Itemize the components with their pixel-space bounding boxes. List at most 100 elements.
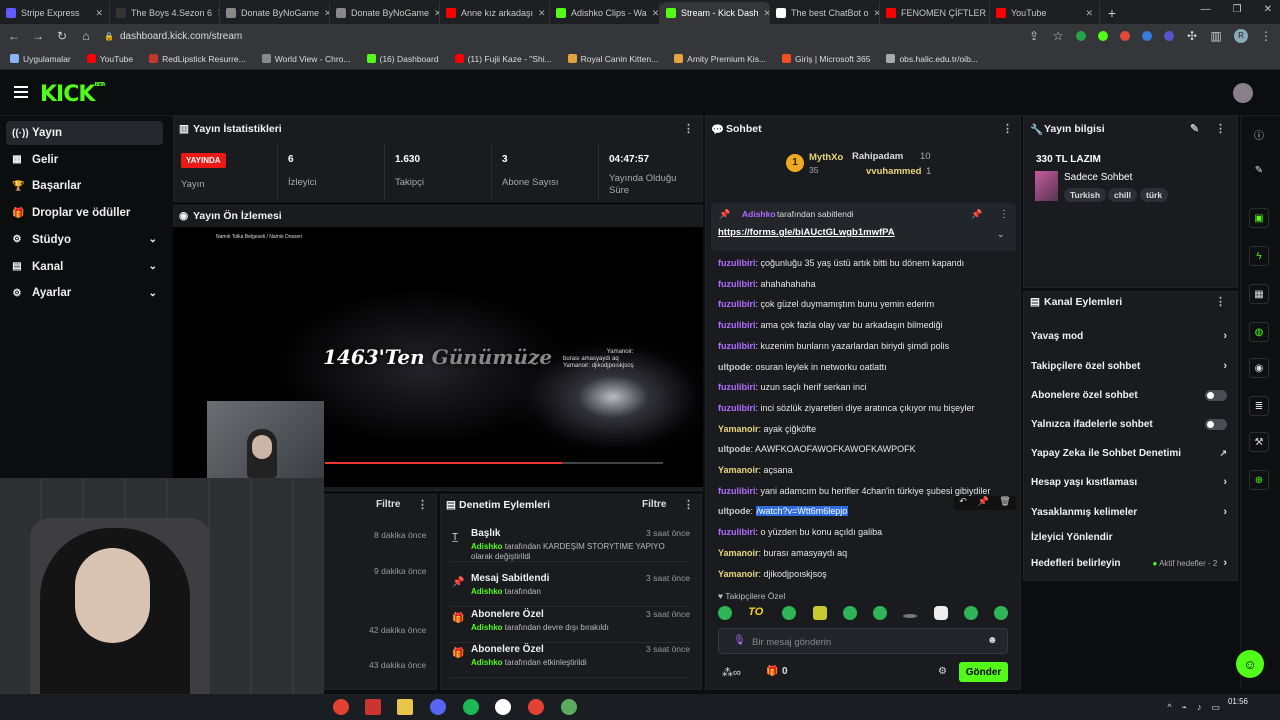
back-icon[interactable]: ← [8, 29, 20, 43]
points-icon[interactable]: ⁂∞ [722, 666, 741, 679]
chevron-down-icon[interactable]: ⌄ [149, 261, 157, 272]
stats-menu-icon[interactable]: ⋮ [683, 122, 694, 135]
url-field[interactable]: 🔒 dashboard.kick.com/stream [104, 31, 242, 42]
tag[interactable]: Turkish [1064, 188, 1107, 202]
chat-message[interactable]: Yamanoir: açsana [718, 465, 793, 475]
external-link-icon[interactable]: ↗ [1219, 448, 1227, 459]
pin-action-icon[interactable]: 📌 [977, 496, 988, 510]
chat-username[interactable]: fuzulibiri [718, 382, 756, 392]
preview-progress-bar[interactable] [325, 462, 663, 464]
mod-action-user[interactable]: Adishko [471, 623, 503, 632]
chat-message[interactable]: fuzulibiri: uzun saçlı herif serkan inci [718, 382, 867, 392]
chat-message[interactable]: fuzulibiri: kuzenim bunların yazarlardan… [718, 341, 949, 351]
bookmark[interactable]: Giriş | Microsoft 365 [782, 54, 870, 64]
delete-icon[interactable]: 🗑 [999, 496, 1010, 510]
chat-settings-icon[interactable]: ⚙ [938, 666, 947, 677]
chevron-right-icon[interactable]: › [1223, 557, 1227, 569]
unpin-icon[interactable]: 📌 [971, 209, 982, 220]
list-icon[interactable]: ≣ [1249, 396, 1269, 416]
emote-icon[interactable] [842, 606, 857, 620]
channel-action-item[interactable]: Yalnızca ifadelerle sohbet [1031, 414, 1227, 434]
browser-tab[interactable]: Adishko Clips - Wa ✕ [550, 2, 660, 24]
chat-bubble-icon[interactable]: ◍ [1249, 322, 1269, 342]
extension-icon[interactable] [1098, 31, 1108, 41]
chevron-down-icon[interactable]: ⌄ [149, 288, 157, 299]
browser-tab[interactable]: Anne kız arkadaşı ✕ [440, 2, 550, 24]
mod-action-user[interactable]: Adishko [471, 658, 503, 667]
channel-action-item[interactable]: Yapay Zeka ile Sohbet Denetimi ↗ [1031, 443, 1227, 463]
new-tab-button[interactable]: + [1100, 2, 1124, 24]
channel-action-item[interactable]: Hedefleri belirleyin ● Aktif hedefler - 2… [1031, 553, 1227, 573]
chat-message[interactable]: fuzulibiri: ama çok fazla olay var bu ar… [718, 320, 943, 330]
wrench-icon[interactable]: ⚒ [1249, 432, 1269, 452]
chat-username[interactable]: fuzulibiri [718, 341, 756, 351]
bookmark[interactable]: Amity Premium Kis... [674, 54, 766, 64]
info-circle-icon[interactable]: ⓘ [1249, 124, 1269, 144]
emote-icon[interactable] [873, 606, 888, 620]
bolt-icon[interactable]: ϟ [1249, 246, 1269, 266]
chevron-down-icon[interactable]: ⌄ [997, 229, 1005, 240]
browser-tab[interactable]: Stream - Kick Dash✕ [660, 2, 770, 24]
home-icon[interactable]: ⌂ [80, 29, 92, 43]
chat-message[interactable]: ultpode: AAWFKOAOFAWOFKAWOFKAWPOFK [718, 444, 916, 454]
system-tray[interactable]: ^ ⌁ ♪ ▭ [1167, 702, 1220, 713]
channel-action-item[interactable]: Yasaklanmış kelimeler › [1031, 502, 1227, 522]
emote-icon[interactable] [963, 606, 978, 620]
emote-icon[interactable] [812, 606, 827, 620]
chat-username[interactable]: fuzulibiri [718, 279, 756, 289]
emote-icon[interactable] [993, 606, 1008, 620]
chevron-right-icon[interactable]: › [1223, 360, 1227, 372]
add-icon[interactable]: ⊕ [1249, 470, 1269, 490]
emote-icon[interactable] [718, 606, 732, 620]
channel-action-item[interactable]: Yavaş mod › [1031, 326, 1227, 346]
browser-tab[interactable]: The best ChatBot o✕ [770, 2, 880, 24]
bookmark[interactable]: YouTube [86, 54, 133, 64]
top-user-name[interactable]: vvuhammed [866, 166, 921, 177]
chat-message[interactable]: Yamanoir: ayak çiğköfte [718, 424, 816, 434]
emote-icon[interactable]: TO [748, 606, 766, 620]
category-thumbnail[interactable] [1035, 171, 1058, 201]
edit-icon[interactable]: ✎ [1190, 122, 1199, 135]
category-name[interactable]: Sadece Sohbet [1064, 172, 1132, 183]
chat-message[interactable]: Yamanoir: djikodjpoıskjsoş [718, 569, 827, 579]
info-menu-icon[interactable]: ⋮ [1215, 122, 1226, 135]
chat-username[interactable]: fuzulibiri [718, 299, 756, 309]
chat-username[interactable]: fuzulibiri [718, 320, 756, 330]
network-icon[interactable]: ⌁ [1182, 702, 1187, 713]
bookmark-star-icon[interactable]: ☆ [1052, 29, 1064, 43]
tag[interactable]: türk [1140, 188, 1169, 202]
top-user-name[interactable]: Rahipadam [852, 151, 903, 162]
sidebar-item-6[interactable]: ⚙ Ayarlar ⌄ [6, 281, 163, 305]
chevron-right-icon[interactable]: › [1223, 476, 1227, 488]
close-icon[interactable]: ✕ [1085, 8, 1093, 19]
channel-action-item[interactable]: Takipçilere özel sohbet › [1031, 356, 1227, 376]
top-user-name[interactable]: MythXo [809, 152, 843, 163]
mod-filter-button[interactable]: Filtre [642, 499, 666, 510]
tag[interactable]: chill [1108, 188, 1138, 202]
emote-icon[interactable] [903, 614, 918, 618]
mod-action-user[interactable]: Adishko [471, 587, 503, 596]
chat-message[interactable]: Yamanoir: burası amasyaydı aq [718, 548, 847, 558]
chat-username[interactable]: ultpode [718, 506, 751, 516]
profile-avatar[interactable]: R [1234, 29, 1248, 43]
chat-username[interactable]: Yamanoir [718, 424, 759, 434]
chat-username[interactable]: fuzulibiri [718, 403, 756, 413]
mod-menu-icon[interactable]: ⋮ [683, 498, 694, 511]
browser-tab[interactable]: Donate ByNoGame✕ [220, 2, 330, 24]
app-taskbar-icon[interactable] [365, 699, 381, 715]
chrome-taskbar-icon[interactable] [528, 699, 544, 715]
bookmark[interactable]: World View - Chro... [261, 54, 351, 64]
extension-icon[interactable] [1120, 31, 1130, 41]
gift-icon[interactable]: 🎁 [766, 666, 778, 677]
sidebar-item-1[interactable]: ▦ Gelir [6, 148, 163, 172]
reply-icon[interactable]: ↶ [959, 496, 967, 510]
sidebar-item-5[interactable]: ▤ Kanal ⌄ [6, 255, 163, 279]
mod-action-user[interactable]: Adishko [471, 542, 503, 551]
chat-username[interactable]: ultpode [718, 444, 751, 454]
channel-action-item[interactable]: Hesap yaşı kısıtlaması › [1031, 472, 1227, 492]
chevron-right-icon[interactable]: › [1223, 506, 1227, 518]
screen-icon[interactable]: ▣ [1249, 208, 1269, 228]
sidebar-item-3[interactable]: 🎁 Droplar ve ödüller [6, 201, 163, 225]
chat-message[interactable]: ultpode: /watch?v=Wtt6m6lepjo [718, 506, 849, 517]
chat-username[interactable]: Yamanoir [718, 569, 759, 579]
